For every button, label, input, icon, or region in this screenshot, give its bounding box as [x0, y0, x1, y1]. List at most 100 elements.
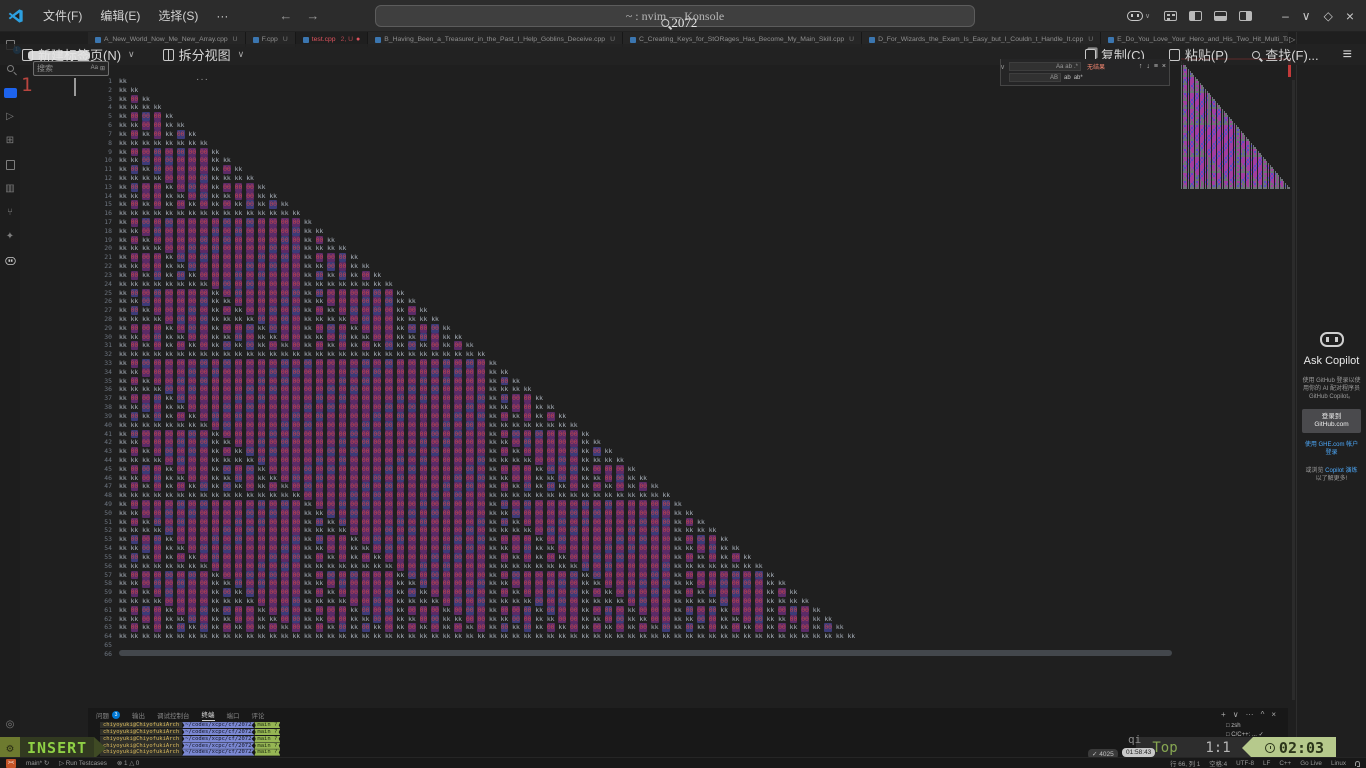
- copilot-chat-icon[interactable]: [4, 254, 17, 267]
- terminal-prompt-line: chiyoyuki@ChiyofukiArch~/codes/xcpc/cf/2…: [100, 722, 280, 729]
- statusbar-item[interactable]: C++: [1279, 760, 1291, 767]
- remote-indicator[interactable]: ><: [6, 759, 16, 768]
- search-highlight: 00: [269, 403, 277, 412]
- remote-explorer-icon[interactable]: [4, 158, 17, 171]
- search-highlight: 00: [397, 377, 405, 386]
- search-highlight: 00: [466, 553, 474, 562]
- search-highlight: 00: [639, 571, 647, 580]
- konsole-find-field[interactable]: [28, 51, 90, 60]
- toggle-panel-icon[interactable]: [1214, 11, 1227, 21]
- search-highlight: 00: [477, 597, 485, 606]
- search-highlight: 00: [154, 297, 162, 306]
- menu-edit[interactable]: 编辑(E): [91, 7, 149, 24]
- search-highlight: 00: [177, 456, 185, 465]
- restore-button[interactable]: ◇: [1324, 9, 1333, 23]
- git-branch[interactable]: main* ↻: [26, 760, 49, 767]
- copilot-menu[interactable]: ∨: [1127, 11, 1150, 21]
- find-collapse-icon[interactable]: ∨: [1000, 63, 1005, 71]
- find-prev-icon[interactable]: ↑: [1139, 63, 1143, 70]
- replace-input[interactable]: AB: [1009, 73, 1061, 82]
- editor-action-icon[interactable]: ▷: [1289, 35, 1295, 44]
- whole-word-toggle[interactable]: ab: [1065, 64, 1072, 70]
- search-highlight: 00: [454, 535, 462, 544]
- konsole-find-button[interactable]: 查找(F)...: [1252, 45, 1318, 64]
- references-icon[interactable]: ⑂: [4, 206, 17, 219]
- search-highlight: 00: [246, 297, 254, 306]
- account-icon[interactable]: ◎: [4, 718, 17, 731]
- hamburger-menu-icon[interactable]: ≡: [1343, 46, 1352, 64]
- copilot-walkthrough-link[interactable]: Copilot 演练: [1325, 468, 1357, 474]
- panel-action-icon[interactable]: ···: [1246, 710, 1254, 719]
- regex-toggle[interactable]: .*: [1074, 64, 1078, 70]
- terminal-prompt-line: chiyoyuki@ChiyofukiArch~/codes/xcpc/cf/2…: [100, 749, 280, 756]
- panel-action-icon[interactable]: ^: [1261, 710, 1265, 719]
- search-highlight: 00: [281, 465, 289, 474]
- find-close-icon[interactable]: ×: [1162, 63, 1166, 70]
- panel-tab-item[interactable]: 调试控制台: [157, 710, 190, 720]
- panel-tab-item[interactable]: 评论: [252, 710, 265, 720]
- statusbar-item[interactable]: 行 66, 列 1: [1170, 759, 1200, 768]
- statusbar-item[interactable]: Go Live: [1300, 760, 1322, 767]
- editor[interactable]: 1kk 2kk kk 3kk 00 kk 4kk kk kk kk 5kk 00…: [88, 66, 1182, 710]
- problems-summary[interactable]: ⊗ 1 △ 0: [117, 760, 139, 767]
- run-testcases-button[interactable]: ▷ Run Testcases: [59, 760, 107, 767]
- statusbar-item[interactable]: 空格:4: [1209, 759, 1227, 768]
- statusbar-item[interactable]: UTF-8: [1236, 760, 1254, 767]
- find-in-selection-icon[interactable]: ≡: [1154, 63, 1158, 70]
- chart-icon[interactable]: ▥: [4, 182, 17, 195]
- command-center-search[interactable]: ~ : nvim — Konsole 2072: [375, 5, 975, 27]
- preserve-case-toggle[interactable]: AB: [1050, 75, 1058, 81]
- match-case-toggle[interactable]: Aa: [1056, 64, 1063, 70]
- docker-icon[interactable]: [4, 86, 17, 99]
- search-highlight: 00: [628, 500, 636, 509]
- panel-tab-item[interactable]: 问题3: [96, 710, 120, 720]
- ghe-signin-link[interactable]: 使用 GHE.com 帐户登录: [1302, 441, 1361, 457]
- search-highlight: 00: [200, 324, 208, 333]
- find-input[interactable]: Aa ab .*: [1009, 62, 1081, 71]
- nav-forward-icon[interactable]: →: [306, 8, 319, 23]
- konsole-case-toggle[interactable]: Aa: [91, 65, 98, 72]
- github-signin-button[interactable]: 登录到 GitHub.com: [1302, 409, 1361, 433]
- minimize-button[interactable]: –: [1282, 9, 1289, 23]
- search-highlight: 00: [501, 518, 509, 527]
- search-highlight: 00: [431, 579, 439, 588]
- extensions-icon[interactable]: ⊞: [4, 134, 17, 147]
- konsole-search-box[interactable]: 搜索 Aa⊞: [33, 61, 109, 76]
- search-highlight: 00: [339, 518, 347, 527]
- menu-selection[interactable]: 选择(S): [149, 7, 207, 24]
- notifications-bell-icon[interactable]: [1355, 761, 1360, 766]
- minimap[interactable]: [1181, 58, 1291, 190]
- toggle-sidebar-icon[interactable]: [1189, 11, 1202, 21]
- panel-tab-active[interactable]: 终端: [202, 709, 215, 721]
- editor-scrollbar[interactable]: [1292, 80, 1295, 700]
- hand-icon[interactable]: ✦: [4, 230, 17, 243]
- search-highlight: 00: [408, 438, 416, 447]
- konsole-split-view-button[interactable]: 拆分视图∨: [163, 45, 245, 64]
- maximize-chevron[interactable]: ∨: [1302, 9, 1311, 23]
- replace-one-button[interactable]: ab: [1064, 75, 1071, 81]
- panel-action-icon[interactable]: +: [1221, 710, 1226, 719]
- statusbar-item[interactable]: Linux: [1331, 760, 1346, 767]
- terminal-output[interactable]: chiyoyuki@ChiyofukiArch~/codes/xcpc/cf/2…: [100, 722, 280, 756]
- search-highlight: 00: [188, 218, 196, 227]
- close-button[interactable]: ×: [1346, 8, 1354, 24]
- toggle-secondary-sidebar-icon[interactable]: [1239, 11, 1252, 21]
- find-next-icon[interactable]: ↓: [1146, 63, 1150, 70]
- terminal-list-item[interactable]: □ zsh: [1226, 722, 1284, 731]
- panel-action-icon[interactable]: ∨: [1233, 710, 1239, 719]
- search-highlight: 00: [246, 306, 254, 315]
- menu-file[interactable]: 文件(F): [34, 7, 91, 24]
- search-highlight: 00: [651, 535, 659, 544]
- run-debug-icon[interactable]: ▷: [4, 110, 17, 123]
- search-highlight: 00: [258, 244, 266, 253]
- panel-tab-item[interactable]: 输出: [132, 710, 145, 720]
- replace-all-button[interactable]: ab*: [1074, 75, 1083, 81]
- konsole-paste-button[interactable]: 粘贴(P): [1169, 45, 1228, 64]
- search-highlight: 00: [131, 359, 139, 368]
- customize-layout-icon[interactable]: [1164, 11, 1177, 21]
- nav-back-icon[interactable]: ←: [279, 8, 292, 23]
- menu-more[interactable]: ···: [207, 9, 237, 23]
- panel-tab-item[interactable]: 端口: [227, 710, 240, 720]
- panel-action-icon[interactable]: ×: [1271, 710, 1276, 719]
- statusbar-item[interactable]: LF: [1263, 760, 1270, 767]
